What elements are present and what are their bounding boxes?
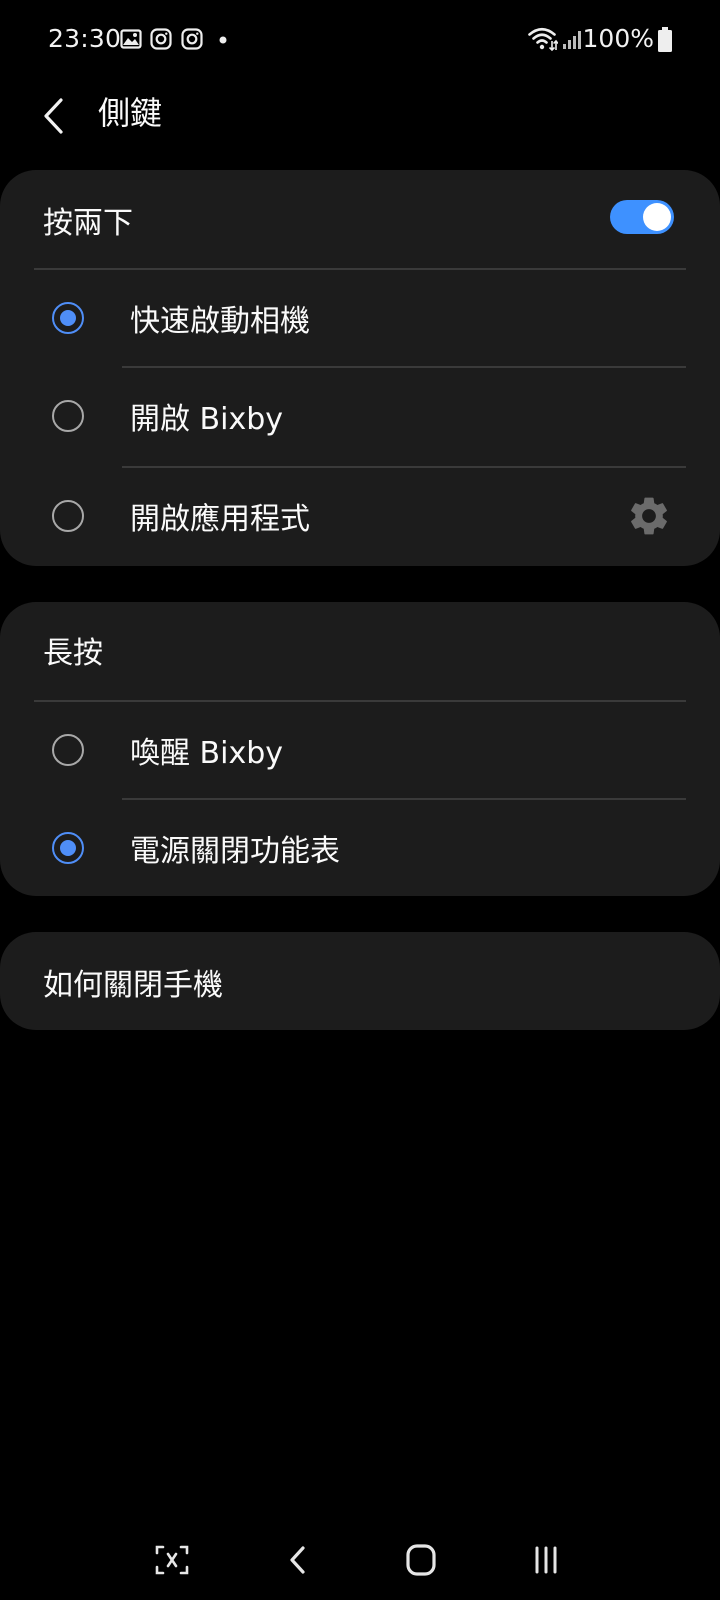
navigation-bar — [0, 1520, 720, 1600]
option-wake-bixby[interactable]: 喚醒 Bixby — [0, 702, 720, 798]
gear-icon[interactable] — [626, 493, 672, 539]
screenshot-capture-icon[interactable] — [150, 1540, 194, 1580]
page-title: 側鍵 — [98, 94, 163, 132]
wifi-icon — [528, 27, 558, 52]
long-press-title: 長按 — [43, 636, 103, 671]
option-power-off-menu[interactable]: 電源關閉功能表 — [0, 800, 720, 896]
how-to-power-off-card[interactable]: 如何關閉手機 — [0, 932, 720, 1030]
option-open-bixby[interactable]: 開啟 Bixby — [0, 368, 720, 466]
instagram-icon — [181, 28, 203, 50]
instagram-icon — [150, 28, 172, 50]
radio-selected[interactable] — [52, 302, 84, 334]
radio-unselected[interactable] — [52, 734, 84, 766]
toggle-knob — [643, 203, 671, 231]
option-label: 快速啟動相機 — [130, 304, 310, 339]
double-press-title[interactable]: 按兩下 — [43, 198, 133, 242]
battery-icon — [658, 27, 672, 52]
app-bar: 側鍵 — [0, 82, 720, 178]
radio-selected[interactable] — [52, 832, 84, 864]
notification-dot-icon — [219, 36, 227, 44]
how-to-power-off-label: 如何關閉手機 — [43, 968, 223, 1003]
status-bar: 23:30 100% — [0, 0, 720, 82]
radio-unselected[interactable] — [52, 400, 84, 432]
recents-icon[interactable] — [528, 1540, 572, 1580]
gallery-icon — [120, 29, 142, 49]
double-press-toggle[interactable] — [610, 200, 674, 234]
back-icon[interactable] — [276, 1540, 320, 1580]
status-time: 23:30 — [48, 24, 122, 53]
battery-percent: 100% — [582, 24, 654, 53]
option-quick-launch-camera[interactable]: 快速啟動相機 — [0, 270, 720, 366]
long-press-card: 長按 喚醒 Bixby 電源關閉功能表 — [0, 602, 720, 896]
back-button[interactable] — [34, 88, 82, 144]
option-label: 喚醒 Bixby — [130, 736, 284, 771]
signal-icon — [563, 31, 581, 49]
option-label: 開啟 Bixby — [130, 402, 284, 437]
home-icon[interactable] — [400, 1540, 444, 1580]
option-label: 開啟應用程式 — [130, 502, 310, 537]
option-open-app[interactable]: 開啟應用程式 — [0, 468, 720, 566]
radio-unselected[interactable] — [52, 500, 84, 532]
double-press-card: 按兩下 快速啟動相機 開啟 Bixby 開啟應用程式 — [0, 170, 720, 566]
option-label: 電源關閉功能表 — [130, 834, 340, 869]
